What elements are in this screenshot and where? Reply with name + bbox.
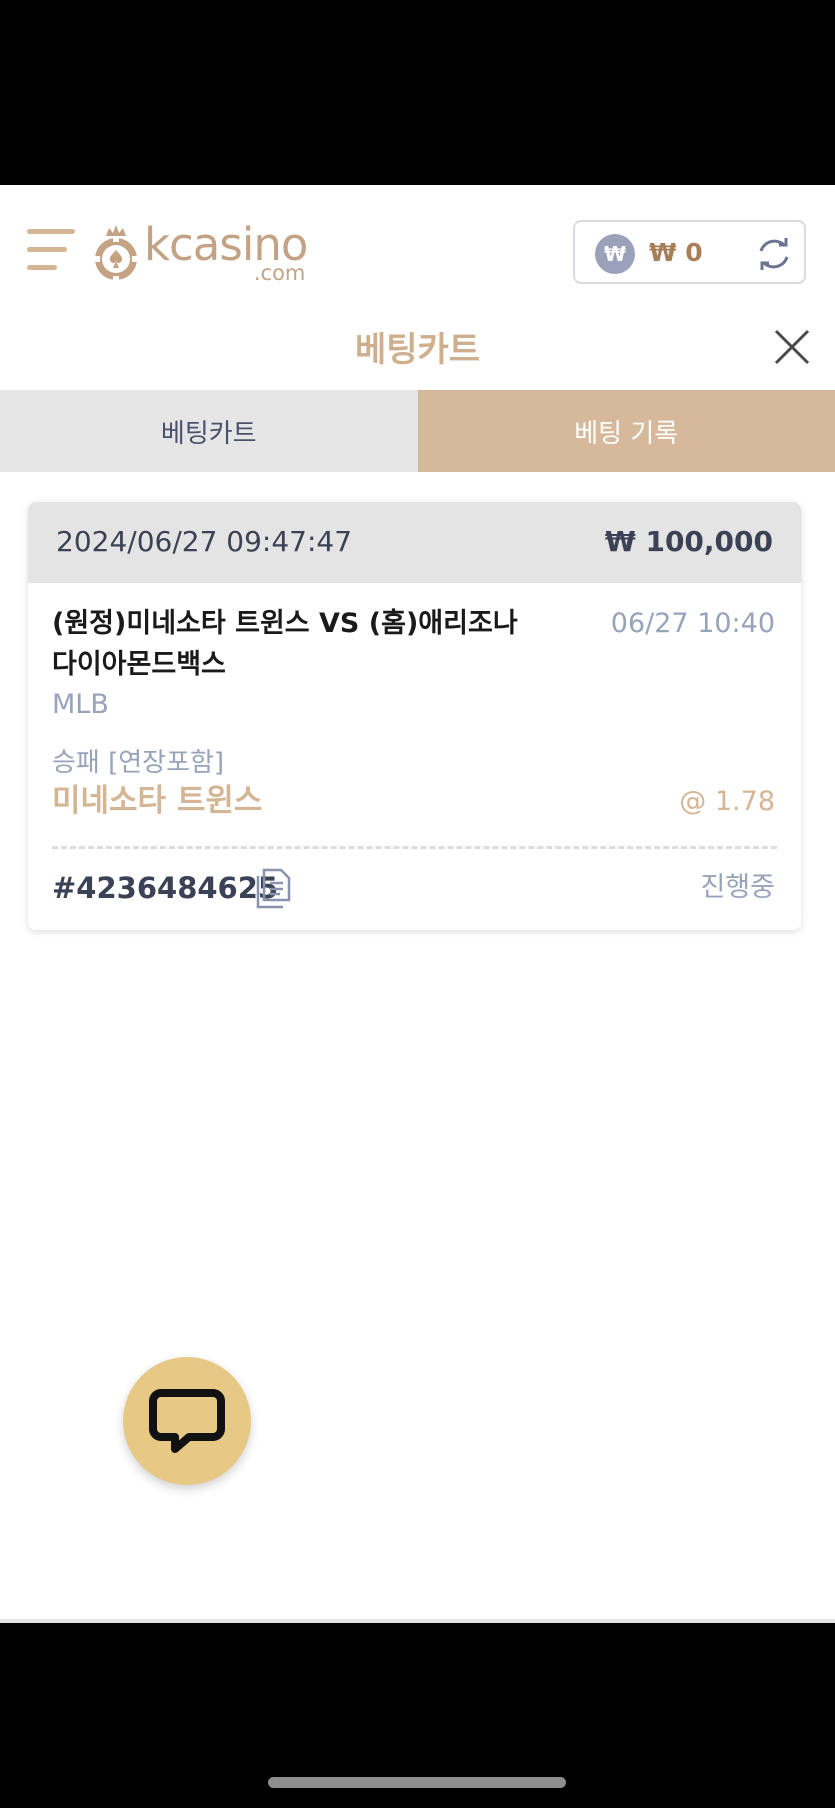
- status-bar: [0, 0, 835, 185]
- league-name: MLB: [52, 689, 109, 720]
- bet-card-header: 2024/06/27 09:47:47 ₩ 100,000: [28, 502, 801, 583]
- won-badge-icon: ₩: [595, 234, 635, 274]
- tab-betting-history[interactable]: 베팅 기록: [417, 390, 835, 472]
- menu-icon-line-2: [27, 247, 67, 252]
- casino-chip-icon: [95, 225, 137, 281]
- brand-wordmark: kcasino .com: [144, 222, 308, 284]
- close-icon[interactable]: [770, 325, 814, 369]
- chat-icon: [149, 1389, 225, 1453]
- brand-domain: .com: [253, 261, 306, 285]
- bet-market: 승패 [연장포함]: [52, 748, 225, 778]
- bet-status: 진행중: [700, 872, 775, 903]
- tab-bar: 베팅카트 베팅 기록: [0, 390, 835, 472]
- menu-icon-line-3: [27, 265, 57, 270]
- refresh-icon[interactable]: [754, 234, 794, 274]
- menu-icon-line-1: [27, 229, 75, 234]
- divider: [52, 846, 777, 849]
- ticket-id: #4236484625: [52, 871, 279, 905]
- tab-betting-cart[interactable]: 베팅카트: [0, 390, 418, 472]
- bet-record-card: 2024/06/27 09:47:47 ₩ 100,000 (원정)미네소타 트…: [28, 502, 801, 930]
- match-time: 06/27 10:40: [610, 608, 775, 639]
- app-screen: kcasino .com ₩ ₩ 0 베팅카트 베팅카트 베팅 기록 2024/…: [0, 185, 835, 1623]
- balance-amount: ₩ 0: [649, 238, 703, 267]
- header: kcasino .com ₩ ₩ 0: [0, 185, 835, 310]
- bet-datetime: 2024/06/27 09:47:47: [56, 525, 353, 558]
- copy-icon[interactable]: [256, 866, 296, 910]
- bet-pick: 미네소타 트윈스: [52, 783, 263, 819]
- home-indicator[interactable]: [268, 1777, 566, 1788]
- chat-button[interactable]: [123, 1357, 251, 1485]
- menu-button[interactable]: [27, 227, 75, 275]
- brand-logo[interactable]: kcasino .com: [92, 222, 332, 284]
- match-name: (원정)미네소타 트윈스 VS (홈)애리조나 다이아몬드백스: [52, 608, 518, 680]
- bet-odds: @ 1.78: [679, 786, 775, 817]
- balance-widget[interactable]: ₩ ₩ 0: [573, 220, 806, 284]
- bet-stake: ₩ 100,000: [604, 525, 773, 558]
- page-title: 베팅카트: [354, 330, 481, 370]
